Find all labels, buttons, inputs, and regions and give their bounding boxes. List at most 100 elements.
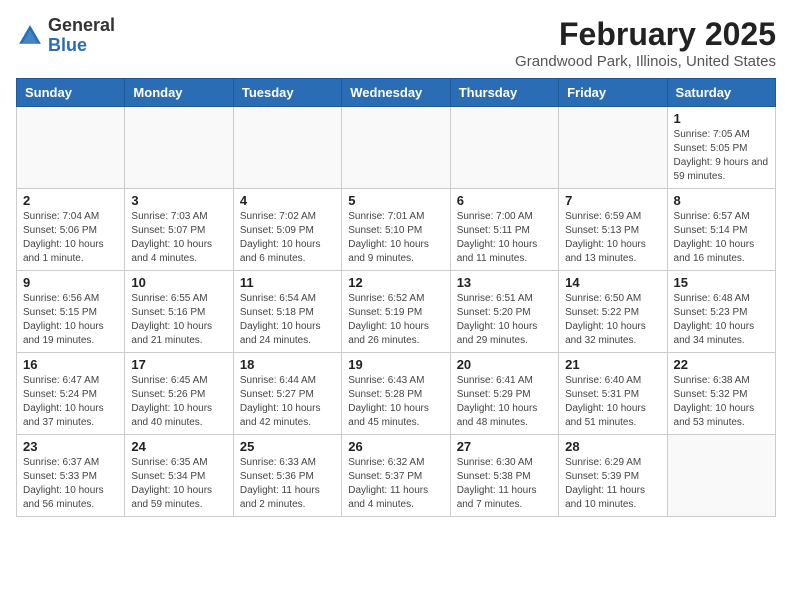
day-number: 23 [23, 439, 118, 454]
calendar-cell: 22Sunrise: 6:38 AM Sunset: 5:32 PM Dayli… [667, 353, 775, 435]
day-number: 24 [131, 439, 226, 454]
calendar-header-row: SundayMondayTuesdayWednesdayThursdayFrid… [17, 79, 776, 107]
title-area: February 2025 Grandwood Park, Illinois, … [515, 16, 776, 70]
day-number: 18 [240, 357, 335, 372]
calendar-week-row-2: 2 Sunrise: 7:04 AM Sunset: 5:06 PM Daylig… [17, 189, 776, 271]
day-info: Sunrise: 6:30 AM Sunset: 5:38 PM Dayligh… [457, 456, 552, 512]
day-info: Sunrise: 7:05 AM Sunset: 5:05 PM Dayligh… [674, 128, 769, 184]
calendar-table: SundayMondayTuesdayWednesdayThursdayFrid… [16, 78, 776, 517]
day-info: Sunrise: 6:41 AM Sunset: 5:29 PM Dayligh… [457, 374, 552, 430]
day-info: Sunrise: 6:51 AM Sunset: 5:20 PM Dayligh… [457, 292, 552, 348]
day-info: Sunrise: 6:44 AM Sunset: 5:27 PM Dayligh… [240, 374, 335, 430]
column-header-tuesday: Tuesday [233, 79, 341, 107]
day-number: 22 [674, 357, 769, 372]
calendar-cell: 6 Sunrise: 7:00 AM Sunset: 5:11 PM Daylig… [450, 189, 558, 271]
day-info: Sunrise: 6:29 AM Sunset: 5:39 PM Dayligh… [565, 456, 660, 512]
header: General Blue February 2025 Grandwood Par… [16, 16, 776, 70]
day-number: 4 [240, 193, 335, 208]
calendar-week-row-1: 1 Sunrise: 7:05 AM Sunset: 5:05 PM Daylig… [17, 107, 776, 189]
logo-icon [16, 22, 44, 50]
calendar-cell: 21 Sunrise: 6:40 AM Sunset: 5:31 PM Dayli… [559, 353, 667, 435]
calendar-week-row-5: 23Sunrise: 6:37 AM Sunset: 5:33 PM Dayli… [17, 435, 776, 517]
day-info: Sunrise: 6:50 AM Sunset: 5:22 PM Dayligh… [565, 292, 660, 348]
calendar-cell: 26 Sunrise: 6:32 AM Sunset: 5:37 PM Dayli… [342, 435, 450, 517]
calendar-cell: 3 Sunrise: 7:03 AM Sunset: 5:07 PM Daylig… [125, 189, 233, 271]
calendar-cell: 19Sunrise: 6:43 AM Sunset: 5:28 PM Dayli… [342, 353, 450, 435]
day-number: 21 [565, 357, 660, 372]
calendar-cell: 18 Sunrise: 6:44 AM Sunset: 5:27 PM Dayli… [233, 353, 341, 435]
calendar-cell [342, 107, 450, 189]
calendar-cell: 20 Sunrise: 6:41 AM Sunset: 5:29 PM Dayli… [450, 353, 558, 435]
calendar-cell: 28 Sunrise: 6:29 AM Sunset: 5:39 PM Dayli… [559, 435, 667, 517]
day-number: 3 [131, 193, 226, 208]
day-number: 8 [674, 193, 769, 208]
day-number: 16 [23, 357, 118, 372]
calendar-cell [559, 107, 667, 189]
day-number: 13 [457, 275, 552, 290]
day-info: Sunrise: 6:55 AM Sunset: 5:16 PM Dayligh… [131, 292, 226, 348]
logo-general: General [48, 15, 115, 35]
calendar-cell: 12 Sunrise: 6:52 AM Sunset: 5:19 PM Dayli… [342, 271, 450, 353]
day-number: 17 [131, 357, 226, 372]
day-number: 2 [23, 193, 118, 208]
location-title: Grandwood Park, Illinois, United States [515, 53, 776, 70]
calendar-cell [125, 107, 233, 189]
day-number: 1 [674, 111, 769, 126]
calendar-cell [667, 435, 775, 517]
day-number: 15 [674, 275, 769, 290]
logo-blue: Blue [48, 35, 87, 55]
calendar-cell [17, 107, 125, 189]
day-number: 12 [348, 275, 443, 290]
day-info: Sunrise: 6:40 AM Sunset: 5:31 PM Dayligh… [565, 374, 660, 430]
day-number: 10 [131, 275, 226, 290]
day-number: 5 [348, 193, 443, 208]
day-info: Sunrise: 6:47 AM Sunset: 5:24 PM Dayligh… [23, 374, 118, 430]
day-number: 19 [348, 357, 443, 372]
column-header-wednesday: Wednesday [342, 79, 450, 107]
day-number: 11 [240, 275, 335, 290]
logo: General Blue [16, 16, 115, 56]
calendar-cell: 24 Sunrise: 6:35 AM Sunset: 5:34 PM Dayli… [125, 435, 233, 517]
day-info: Sunrise: 6:56 AM Sunset: 5:15 PM Dayligh… [23, 292, 118, 348]
day-info: Sunrise: 6:52 AM Sunset: 5:19 PM Dayligh… [348, 292, 443, 348]
day-number: 6 [457, 193, 552, 208]
day-number: 7 [565, 193, 660, 208]
day-number: 9 [23, 275, 118, 290]
day-number: 28 [565, 439, 660, 454]
day-info: Sunrise: 7:04 AM Sunset: 5:06 PM Dayligh… [23, 210, 118, 266]
calendar-cell: 11Sunrise: 6:54 AM Sunset: 5:18 PM Dayli… [233, 271, 341, 353]
day-info: Sunrise: 6:57 AM Sunset: 5:14 PM Dayligh… [674, 210, 769, 266]
day-info: Sunrise: 6:48 AM Sunset: 5:23 PM Dayligh… [674, 292, 769, 348]
day-number: 14 [565, 275, 660, 290]
day-info: Sunrise: 6:32 AM Sunset: 5:37 PM Dayligh… [348, 456, 443, 512]
calendar-cell: 23Sunrise: 6:37 AM Sunset: 5:33 PM Dayli… [17, 435, 125, 517]
calendar-cell: 10 Sunrise: 6:55 AM Sunset: 5:16 PM Dayli… [125, 271, 233, 353]
day-info: Sunrise: 6:35 AM Sunset: 5:34 PM Dayligh… [131, 456, 226, 512]
calendar-cell: 1 Sunrise: 7:05 AM Sunset: 5:05 PM Daylig… [667, 107, 775, 189]
calendar-cell: 4 Sunrise: 7:02 AM Sunset: 5:09 PM Daylig… [233, 189, 341, 271]
column-header-saturday: Saturday [667, 79, 775, 107]
day-info: Sunrise: 6:45 AM Sunset: 5:26 PM Dayligh… [131, 374, 226, 430]
calendar-cell: 13 Sunrise: 6:51 AM Sunset: 5:20 PM Dayli… [450, 271, 558, 353]
calendar-cell: 17 Sunrise: 6:45 AM Sunset: 5:26 PM Dayli… [125, 353, 233, 435]
day-number: 25 [240, 439, 335, 454]
column-header-sunday: Sunday [17, 79, 125, 107]
calendar-cell: 7Sunrise: 6:59 AM Sunset: 5:13 PM Daylig… [559, 189, 667, 271]
day-number: 20 [457, 357, 552, 372]
column-header-monday: Monday [125, 79, 233, 107]
day-info: Sunrise: 7:00 AM Sunset: 5:11 PM Dayligh… [457, 210, 552, 266]
calendar-cell: 16 Sunrise: 6:47 AM Sunset: 5:24 PM Dayli… [17, 353, 125, 435]
column-header-thursday: Thursday [450, 79, 558, 107]
calendar-cell: 27 Sunrise: 6:30 AM Sunset: 5:38 PM Dayli… [450, 435, 558, 517]
calendar-cell: 15 Sunrise: 6:48 AM Sunset: 5:23 PM Dayli… [667, 271, 775, 353]
column-header-friday: Friday [559, 79, 667, 107]
day-info: Sunrise: 6:33 AM Sunset: 5:36 PM Dayligh… [240, 456, 335, 512]
calendar-cell: 9 Sunrise: 6:56 AM Sunset: 5:15 PM Daylig… [17, 271, 125, 353]
day-number: 27 [457, 439, 552, 454]
day-info: Sunrise: 7:02 AM Sunset: 5:09 PM Dayligh… [240, 210, 335, 266]
month-title: February 2025 [515, 16, 776, 53]
day-number: 26 [348, 439, 443, 454]
calendar-cell [233, 107, 341, 189]
calendar-cell: 25 Sunrise: 6:33 AM Sunset: 5:36 PM Dayli… [233, 435, 341, 517]
day-info: Sunrise: 7:03 AM Sunset: 5:07 PM Dayligh… [131, 210, 226, 266]
